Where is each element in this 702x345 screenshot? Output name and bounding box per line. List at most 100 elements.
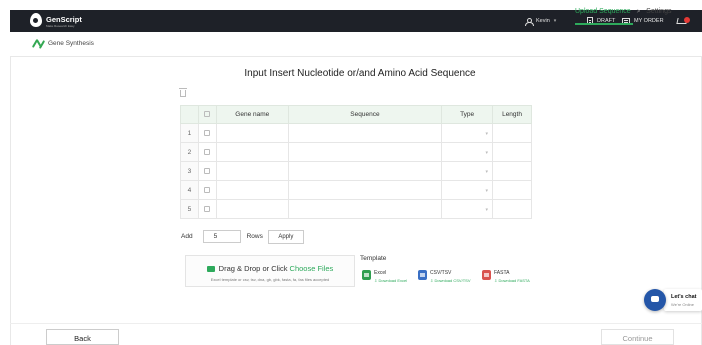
row-checkbox-cell [197, 180, 217, 200]
chat-widget[interactable]: Let's chat We're Online [644, 289, 702, 311]
column-header-length: Length [492, 105, 532, 124]
row-checkbox[interactable] [204, 205, 211, 212]
table-row: 4 ▾ [180, 180, 532, 200]
chevron-down-icon: ▾ [485, 168, 489, 175]
chevron-down-icon: ▾ [485, 206, 489, 213]
row-number: 5 [180, 199, 199, 219]
download-csv-link[interactable]: ⇩ Download CSV/TSV [430, 278, 470, 283]
column-header-type: Type [441, 105, 494, 124]
download-excel-link[interactable]: ⇩ Download Excel [374, 278, 407, 283]
chat-status: We're Online [671, 302, 694, 307]
template-label: Template [360, 255, 387, 262]
cart-button[interactable] [676, 10, 690, 32]
excel-file-icon [362, 270, 371, 280]
row-checkbox-cell [197, 142, 217, 162]
step-upload-sequence[interactable]: Upload Sequence [575, 8, 631, 15]
upload-icon [206, 266, 215, 272]
file-dropzone[interactable]: Drag & Drop or Click Choose Files Excel … [185, 255, 355, 287]
sequence-cell[interactable] [287, 161, 443, 181]
gene-synthesis-icon [31, 39, 46, 49]
row-checkbox[interactable] [204, 148, 211, 155]
genscript-logo[interactable]: GenScript Make Research Easy [30, 13, 82, 28]
chevron-down-icon: ▾ [485, 187, 489, 194]
chevron-down-icon: ▾ [553, 18, 557, 24]
my-order-label: MY ORDER [634, 18, 664, 24]
step-settings[interactable]: Settings [646, 8, 671, 15]
fasta-file-icon [482, 270, 491, 280]
sequence-cell[interactable] [287, 123, 443, 143]
type-select[interactable]: ▾ [441, 142, 494, 162]
row-checkbox-cell [197, 123, 217, 143]
gene-name-cell[interactable] [215, 199, 289, 219]
fasta-template: FASTA ⇩ Download FASTA [482, 270, 530, 283]
row-checkbox-cell [197, 161, 217, 181]
gene-name-cell[interactable] [215, 123, 289, 143]
table-row: 5 ▾ [180, 199, 532, 219]
download-fasta-link[interactable]: ⇩ Download FASTA [494, 278, 530, 283]
chevron-down-icon: ▾ [485, 130, 489, 137]
row-number: 4 [180, 180, 199, 200]
type-select[interactable]: ▾ [441, 199, 494, 219]
length-cell [492, 161, 532, 181]
sequence-cell[interactable] [287, 180, 443, 200]
rows-label: Rows [246, 233, 263, 240]
choose-files-link[interactable]: Choose Files [290, 264, 334, 273]
row-number: 3 [180, 161, 199, 181]
table-header-row: Gene name Sequence Type Length [180, 105, 532, 124]
row-number: 2 [180, 142, 199, 162]
sequence-cell[interactable] [287, 199, 443, 219]
type-select[interactable]: ▾ [441, 123, 494, 143]
dropzone-text: Drag & Drop or Click Choose Files [186, 264, 354, 273]
continue-button[interactable]: Continue [601, 329, 674, 345]
table-row: 3 ▾ [180, 161, 532, 181]
add-label: Add [181, 233, 193, 240]
gene-name-cell[interactable] [215, 142, 289, 162]
user-name: Kevin [536, 18, 550, 24]
active-step-indicator [575, 23, 633, 25]
length-cell [492, 142, 532, 162]
drag-drop-label: Drag & Drop or Click [218, 264, 290, 273]
row-checkbox[interactable] [204, 167, 211, 174]
row-checkbox[interactable] [204, 186, 211, 193]
chat-card[interactable]: Let's chat We're Online [664, 289, 702, 311]
csv-file-icon [418, 270, 427, 280]
user-icon [525, 17, 534, 26]
chevron-down-icon: ▾ [485, 149, 489, 156]
row-number-header [180, 105, 199, 124]
select-all-checkbox-cell [197, 105, 217, 124]
cart-badge [684, 17, 690, 23]
apply-button[interactable]: Apply [267, 229, 304, 244]
csv-template: CSV/TSV ⇩ Download CSV/TSV [418, 270, 470, 283]
accepted-files-hint: Excel template or csv, tsv, dna, gb, gbk… [210, 277, 330, 282]
genscript-logo-icon [30, 13, 42, 27]
length-cell [492, 199, 532, 219]
type-select[interactable]: ▾ [441, 180, 494, 200]
type-select[interactable]: ▾ [441, 161, 494, 181]
excel-template-name: Excel [374, 270, 387, 276]
rows-count-input[interactable]: 5 [202, 230, 241, 243]
brand-name: GenScript [46, 15, 82, 24]
chat-title: Let's chat [671, 294, 697, 300]
sequence-table: Gene name Sequence Type Length 1 ▾ 2 ▾ 3 [180, 105, 532, 219]
fasta-template-name: FASTA [494, 270, 510, 276]
add-rows-control: Add 5 Rows Apply [181, 229, 304, 244]
row-checkbox[interactable] [204, 129, 211, 136]
page-title: Input Insert Nucleotide or/and Amino Aci… [244, 68, 476, 79]
user-menu[interactable]: Kevin ▾ [525, 10, 556, 32]
chat-icon[interactable] [644, 289, 666, 311]
step-breadcrumb: Upload Sequence > Settings [575, 8, 671, 15]
sequence-cell[interactable] [287, 142, 443, 162]
chevron-right-icon: > [636, 8, 641, 15]
back-button[interactable]: Back [46, 329, 119, 345]
table-row: 2 ▾ [180, 142, 532, 162]
column-header-gene-name: Gene name [215, 105, 289, 124]
row-checkbox-cell [197, 199, 217, 219]
gene-name-cell[interactable] [215, 180, 289, 200]
gene-name-cell[interactable] [215, 161, 289, 181]
length-cell [492, 180, 532, 200]
trash-icon[interactable] [179, 88, 187, 97]
page-border-left [10, 57, 11, 345]
column-header-sequence: Sequence [287, 105, 443, 124]
length-cell [492, 123, 532, 143]
select-all-checkbox[interactable] [204, 111, 211, 118]
